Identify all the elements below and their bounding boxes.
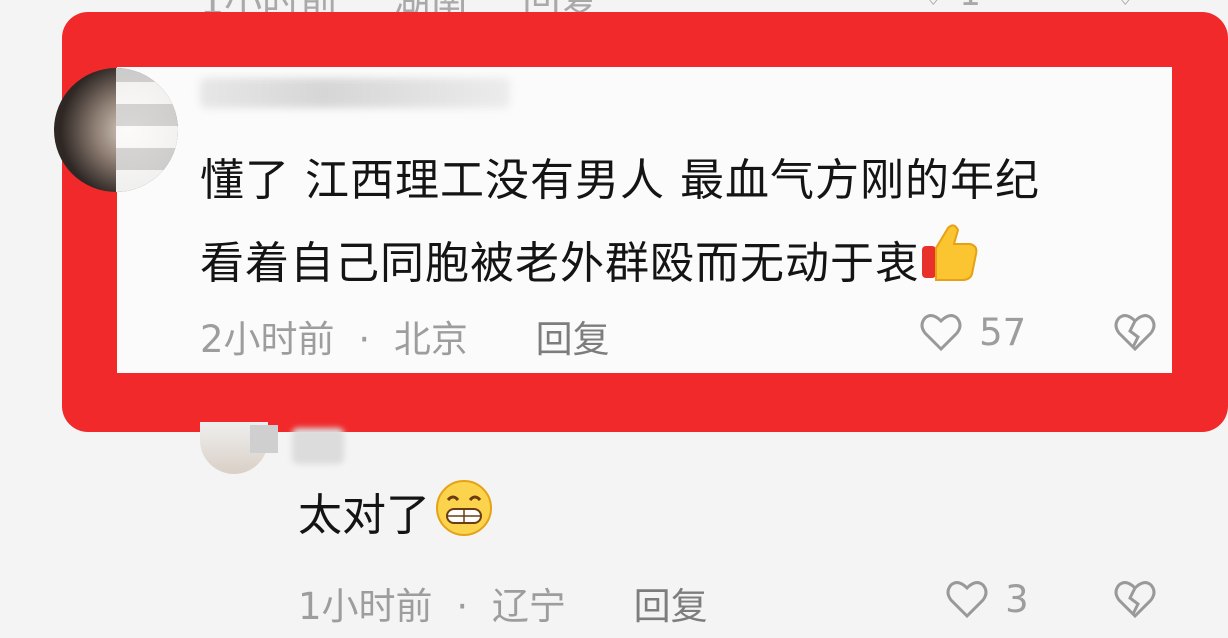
comment-reply-button[interactable]: 回复 [536,318,610,361]
reply-meta-separator: · [456,585,469,628]
reply-body: 太对了 [298,478,494,543]
comment-line-2: 看着自己同胞被老外群殴而无动于衷 [200,222,1160,305]
reply-dislike-button[interactable] [1112,576,1158,622]
avatar-mosaic [116,68,178,192]
broken-heart-icon [1114,314,1156,352]
reply-reply-button[interactable]: 回复 [634,585,708,628]
reply-meta: 1小时前 · 辽宁 回复 [298,576,708,630]
broken-heart-icon [1114,581,1156,619]
thumbs-up-emoji [922,224,978,281]
commenter-avatar[interactable] [54,68,178,192]
comment-like-button[interactable]: 57 [918,309,1026,355]
comment-time: 2小时前 [200,318,335,361]
commenter-username-blurred[interactable] [200,78,510,108]
grin-emoji [436,480,492,536]
comment-dislike-button[interactable] [1112,309,1158,355]
reply-like-count: 3 [1005,577,1029,621]
comment-location: 北京 [393,318,468,361]
reply-location: 辽宁 [491,585,566,628]
heart-outline-icon [946,581,988,619]
reply-time: 1小时前 [298,585,433,628]
reply-username-blurred[interactable] [292,428,344,464]
reply-text: 太对了 [298,490,430,541]
meta-separator: · [358,318,371,361]
comment-meta: 2小时前 · 北京 回复 [200,309,610,363]
reply-avatar-mosaic [250,425,278,453]
reply-like-button[interactable]: 3 [944,576,1029,622]
comment-like-count: 57 [979,310,1027,354]
heart-outline-icon [920,314,962,352]
comment-body: 懂了 江西理工没有男人 最血气方刚的年纪 看着自己同胞被老外群殴而无动于衷 [200,140,1160,305]
comment-line-1: 懂了 江西理工没有男人 最血气方刚的年纪 [200,155,1040,206]
comment-line-2-text: 看着自己同胞被老外群殴而无动于衷 [200,238,920,289]
